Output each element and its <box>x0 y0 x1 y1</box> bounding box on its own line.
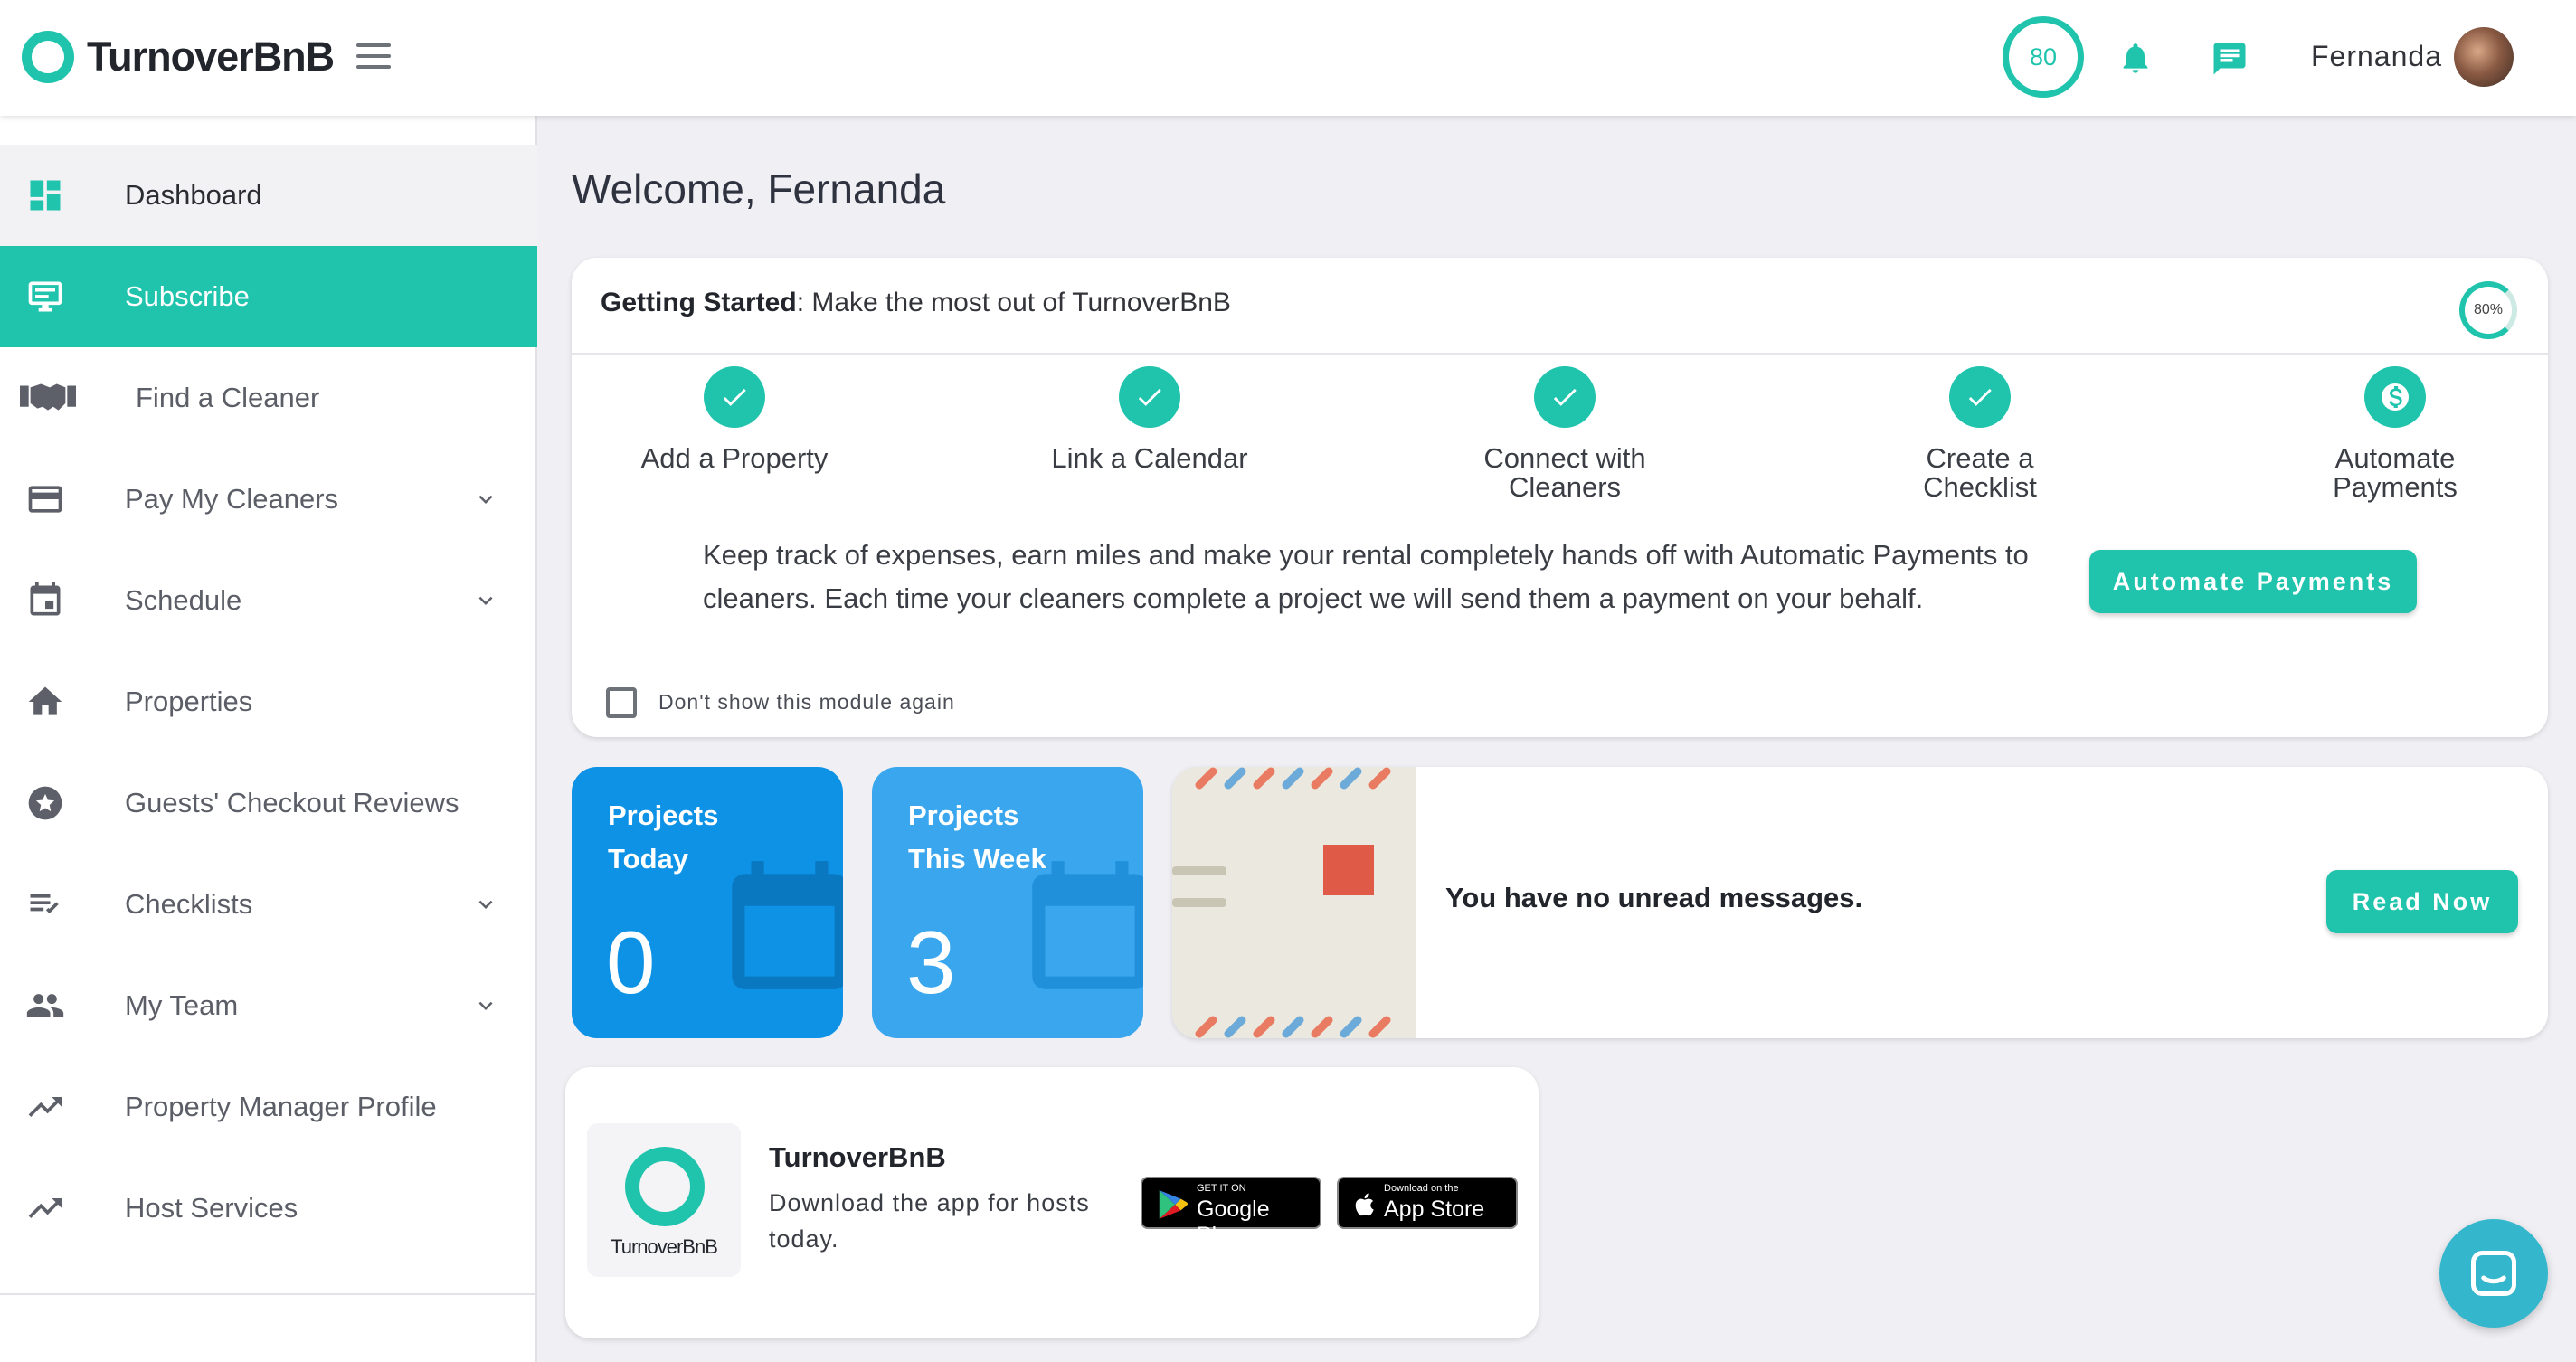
step-create-checklist[interactable]: Create a Checklist <box>1844 366 2116 502</box>
sidebar-item-dashboard[interactable]: Dashboard <box>0 145 537 246</box>
progress-ring: 80% <box>2459 281 2517 339</box>
calendar-icon <box>30 582 61 616</box>
chevron-down-icon[interactable] <box>472 992 499 1019</box>
sidebar-item-label: Subscribe <box>125 280 250 312</box>
check-icon <box>1949 366 2011 428</box>
user-name[interactable]: Fernanda <box>2311 40 2442 73</box>
sidebar-item-label: Properties <box>125 686 253 717</box>
sidebar-item-host-services[interactable]: Host Services <box>0 1158 537 1259</box>
sidebar-item-label: Find a Cleaner <box>136 382 320 413</box>
getting-started-title: Getting Started: Make the most out of Tu… <box>601 288 1231 317</box>
sidebar-item-label: Checklists <box>125 888 253 920</box>
projects-today-tile[interactable]: Projects Today 0 <box>572 767 843 1038</box>
dollar-icon <box>2364 366 2426 428</box>
getting-started-card: Getting Started: Make the most out of Tu… <box>572 258 2548 737</box>
brand-name: TurnoverBnB <box>87 33 335 80</box>
envelope-illustration <box>1172 767 1416 1038</box>
sidebar-item-label: My Team <box>125 989 239 1021</box>
calendar-icon <box>732 861 843 989</box>
step-link-calendar[interactable]: Link a Calendar <box>1014 366 1285 473</box>
sidebar-item-label: Guests' Checkout Reviews <box>125 787 459 818</box>
bell-icon[interactable] <box>2117 38 2154 78</box>
chat-bubble-icon <box>2471 1251 2516 1296</box>
sidebar-divider <box>0 1293 537 1295</box>
team-icon <box>26 994 64 1017</box>
sidebar-item-my-team[interactable]: My Team <box>0 955 537 1056</box>
google-play-button[interactable]: GET IT ON Google Play <box>1141 1177 1321 1248</box>
sidebar-item-reviews[interactable]: Guests' Checkout Reviews <box>0 752 537 854</box>
score-badge[interactable]: 80 <box>2003 16 2084 98</box>
app-description: Download the app for hosts today. <box>769 1189 1090 1253</box>
google-play-icon <box>1159 1190 1189 1219</box>
sidebar-item-label: Dashboard <box>125 179 262 211</box>
checklist-icon <box>30 894 59 914</box>
tile-value: 3 <box>906 913 956 1012</box>
divider <box>572 353 2548 355</box>
sidebar-item-label: Property Manager Profile <box>125 1091 437 1122</box>
sidebar-item-checklists[interactable]: Checklists <box>0 854 537 955</box>
logo-mark-icon <box>625 1147 705 1226</box>
chevron-down-icon[interactable] <box>472 891 499 918</box>
step-add-property[interactable]: Add a Property <box>599 366 870 473</box>
credit-card-icon <box>28 486 62 513</box>
chat-launcher-button[interactable] <box>2439 1219 2548 1328</box>
automate-payments-button[interactable]: Automate Payments <box>2089 550 2417 613</box>
tile-title: Projects This Week <box>908 799 1046 875</box>
trending-icon <box>28 1097 62 1117</box>
app-name: TurnoverBnB <box>769 1141 946 1173</box>
top-bar: TurnoverBnB 80 Fernanda <box>0 0 2576 116</box>
app-logo: TurnoverBnB <box>587 1123 741 1277</box>
chevron-down-icon[interactable] <box>472 587 499 614</box>
brand-logo[interactable]: TurnoverBnB <box>22 31 335 83</box>
sidebar-item-pay-cleaners[interactable]: Pay My Cleaners <box>0 449 537 550</box>
trending-icon <box>28 1198 62 1218</box>
step-connect-cleaners[interactable]: Connect with Cleaners <box>1429 366 1700 502</box>
sidebar-item-find-cleaner[interactable]: Find a Cleaner <box>0 347 537 449</box>
home-icon <box>28 686 62 715</box>
tile-title: Projects Today <box>608 799 719 875</box>
check-icon <box>1119 366 1180 428</box>
chevron-down-icon[interactable] <box>472 486 499 513</box>
no-messages-text: You have no unread messages. <box>1445 882 1863 913</box>
sidebar-item-label: Host Services <box>125 1192 298 1224</box>
app-store-button[interactable]: Download on the App Store <box>1337 1177 1518 1229</box>
sidebar-item-properties[interactable]: Properties <box>0 651 537 752</box>
check-icon <box>704 366 765 428</box>
dont-show-checkbox[interactable] <box>606 687 637 718</box>
sidebar-item-label: Schedule <box>125 584 242 616</box>
sidebar-item-subscribe[interactable]: Subscribe <box>0 246 537 347</box>
page-title: Welcome, Fernanda <box>572 166 946 213</box>
tile-value: 0 <box>606 913 656 1012</box>
sidebar-item-schedule[interactable]: Schedule <box>0 550 537 651</box>
check-icon <box>1534 366 1596 428</box>
apple-icon <box>1355 1193 1374 1216</box>
handshake-icon <box>20 383 76 411</box>
getting-started-description: Keep track of expenses, earn miles and m… <box>703 539 2029 614</box>
messages-card: You have no unread messages. Read Now <box>1172 767 2548 1038</box>
app-download-card: TurnoverBnB TurnoverBnB Download the app… <box>565 1067 1539 1338</box>
dont-show-label[interactable]: Don't show this module again <box>658 690 955 714</box>
sidebar-item-label: Pay My Cleaners <box>125 483 339 515</box>
projects-week-tile[interactable]: Projects This Week 3 <box>872 767 1143 1038</box>
chat-icon[interactable] <box>2210 40 2249 78</box>
sidebar-item-manager-profile[interactable]: Property Manager Profile <box>0 1056 537 1158</box>
dashboard-icon <box>30 180 61 211</box>
read-now-button[interactable]: Read Now <box>2326 870 2518 933</box>
logo-mark-icon <box>22 31 74 83</box>
sidebar: Dashboard Subscribe Find a Cleaner Pay M… <box>0 116 537 1362</box>
subscribe-icon <box>28 281 62 312</box>
avatar[interactable] <box>2454 27 2514 87</box>
step-automate-payments[interactable]: Automate Payments <box>2259 366 2531 502</box>
menu-icon[interactable] <box>356 43 391 69</box>
star-icon <box>28 786 62 820</box>
